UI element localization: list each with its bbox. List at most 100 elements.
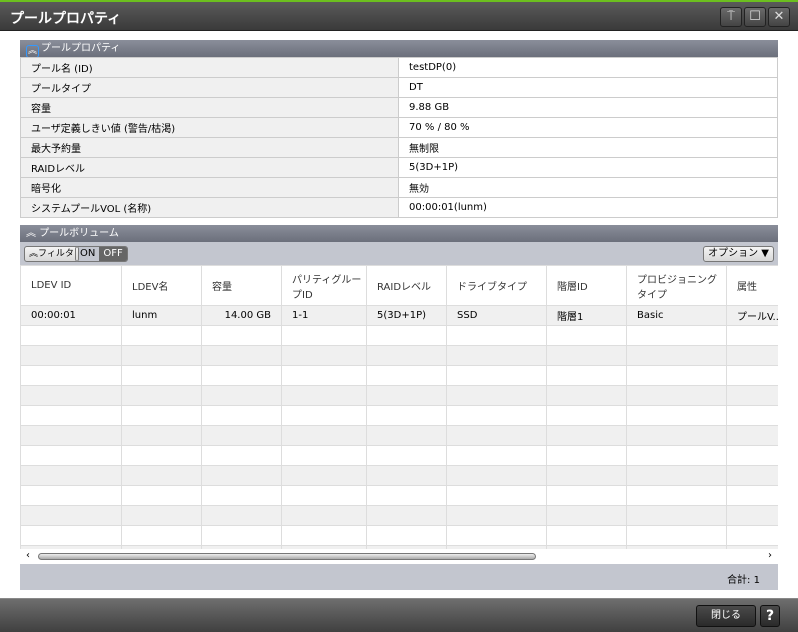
- empty-cell: [201, 485, 282, 506]
- collapse-icon[interactable]: ︽: [26, 228, 39, 239]
- column-header[interactable]: 階層ID: [546, 265, 627, 306]
- maximize-icon[interactable]: ☐: [744, 7, 766, 27]
- empty-cell: [201, 345, 282, 366]
- empty-row: [20, 325, 778, 346]
- empty-cell: [726, 445, 778, 466]
- empty-cell: [546, 425, 627, 446]
- empty-cell: [201, 325, 282, 346]
- close-icon[interactable]: ✕: [768, 7, 790, 27]
- options-label: オプション: [708, 248, 759, 259]
- empty-cell: [366, 405, 447, 426]
- filter-on[interactable]: ON: [76, 247, 99, 261]
- properties-table: プール名 (ID) testDP(0) プールタイプ DT 容量 9.88 GB ユーザ定義…: [20, 57, 778, 218]
- scroll-right-icon[interactable]: ›: [768, 550, 772, 561]
- empty-cell: [366, 525, 447, 546]
- volumes-table-container: LDEV ID LDEV名 容量 パリティグループID RAIDレベル ドライブタイプ 階層…: [20, 265, 778, 549]
- volumes-section-header[interactable]: ︽ プールボリューム: [20, 225, 778, 242]
- property-label: 容量: [20, 97, 399, 118]
- empty-cell: [726, 465, 778, 486]
- empty-cell: [281, 425, 367, 446]
- property-row: プール名 (ID) testDP(0): [20, 57, 778, 78]
- empty-cell: [20, 525, 122, 546]
- table-cell: 1-1: [281, 305, 367, 326]
- column-header[interactable]: RAIDレベル: [366, 265, 447, 306]
- close-button[interactable]: 閉じる: [696, 605, 756, 627]
- column-header[interactable]: ドライブタイプ: [446, 265, 547, 306]
- empty-cell: [626, 365, 727, 386]
- empty-cell: [281, 405, 367, 426]
- empty-cell: [626, 345, 727, 366]
- scrollbar-thumb[interactable]: [38, 553, 536, 560]
- empty-cell: [201, 445, 282, 466]
- window-title: プールプロパティ: [10, 11, 122, 27]
- empty-cell: [121, 485, 202, 506]
- empty-cell: [446, 385, 547, 406]
- empty-cell: [626, 385, 727, 406]
- property-label: システムプールVOL (名称): [20, 197, 399, 218]
- property-row: システムプールVOL (名称) 00:00:01(lunm): [20, 197, 778, 218]
- section-title: プールボリューム: [39, 228, 119, 239]
- column-header[interactable]: LDEV ID: [20, 265, 122, 306]
- column-header[interactable]: 容量: [201, 265, 282, 306]
- empty-row: [20, 505, 778, 526]
- column-header[interactable]: 属性: [726, 265, 778, 306]
- empty-cell: [626, 505, 727, 526]
- empty-cell: [201, 465, 282, 486]
- empty-cell: [626, 325, 727, 346]
- properties-section-header[interactable]: ︽ プールプロパティ: [20, 40, 778, 58]
- empty-cell: [366, 505, 447, 526]
- property-label: 暗号化: [20, 177, 399, 198]
- property-row: 暗号化 無効: [20, 177, 778, 198]
- help-button[interactable]: ?: [760, 605, 780, 627]
- empty-cell: [446, 485, 547, 506]
- property-value: 00:00:01(lunm): [398, 197, 778, 218]
- options-button[interactable]: オプション ▼: [703, 246, 774, 262]
- empty-cell: [446, 345, 547, 366]
- empty-cell: [121, 405, 202, 426]
- empty-cell: [626, 425, 727, 446]
- empty-cell: [201, 525, 282, 546]
- property-row: ユーザ定義しきい値 (警告/枯渇) 70 % / 80 %: [20, 117, 778, 138]
- pin-icon[interactable]: ⍑: [720, 7, 742, 27]
- table-cell: 00:00:01: [20, 305, 122, 326]
- empty-cell: [20, 465, 122, 486]
- empty-row: [20, 425, 778, 446]
- empty-cell: [546, 465, 627, 486]
- empty-cell: [546, 325, 627, 346]
- table-footer: 合計: 1: [20, 564, 778, 590]
- empty-cell: [121, 465, 202, 486]
- empty-cell: [366, 385, 447, 406]
- column-header[interactable]: LDEV名: [121, 265, 202, 306]
- empty-cell: [546, 485, 627, 506]
- empty-cell: [281, 485, 367, 506]
- bottom-bar: 閉じる ?: [0, 598, 798, 632]
- empty-cell: [366, 365, 447, 386]
- filter-off[interactable]: OFF: [99, 247, 127, 261]
- empty-cell: [626, 445, 727, 466]
- empty-cell: [366, 425, 447, 446]
- filter-toggle[interactable]: ON OFF: [75, 246, 128, 262]
- empty-cell: [121, 385, 202, 406]
- empty-cell: [546, 445, 627, 466]
- property-label: プール名 (ID): [20, 57, 399, 78]
- property-value: DT: [398, 77, 778, 98]
- column-header[interactable]: パリティグループID: [281, 265, 367, 306]
- empty-row: [20, 385, 778, 406]
- scroll-left-icon[interactable]: ‹: [26, 550, 30, 561]
- column-header[interactable]: プロビジョニングタイプ: [626, 265, 727, 306]
- empty-row: [20, 445, 778, 466]
- dropdown-arrow-icon: ▼: [761, 248, 769, 259]
- empty-cell: [626, 525, 727, 546]
- table-row[interactable]: 00:00:01 lunm 14.00 GB 1-1 5(3D+1P) SSD 階層1 Bas…: [20, 305, 778, 326]
- filter-button[interactable]: ︽フィルタ: [24, 246, 79, 262]
- filter-label: フィルタ: [38, 249, 74, 259]
- empty-cell: [726, 485, 778, 506]
- empty-cell: [281, 505, 367, 526]
- empty-row: [20, 345, 778, 366]
- volumes-table: LDEV ID LDEV名 容量 パリティグループID RAIDレベル ドライブタイプ 階層…: [20, 265, 778, 549]
- empty-cell: [201, 425, 282, 446]
- empty-cell: [366, 445, 447, 466]
- table-cell: プールV...: [726, 305, 778, 326]
- empty-cell: [726, 425, 778, 446]
- horizontal-scrollbar[interactable]: ‹ ›: [20, 549, 778, 564]
